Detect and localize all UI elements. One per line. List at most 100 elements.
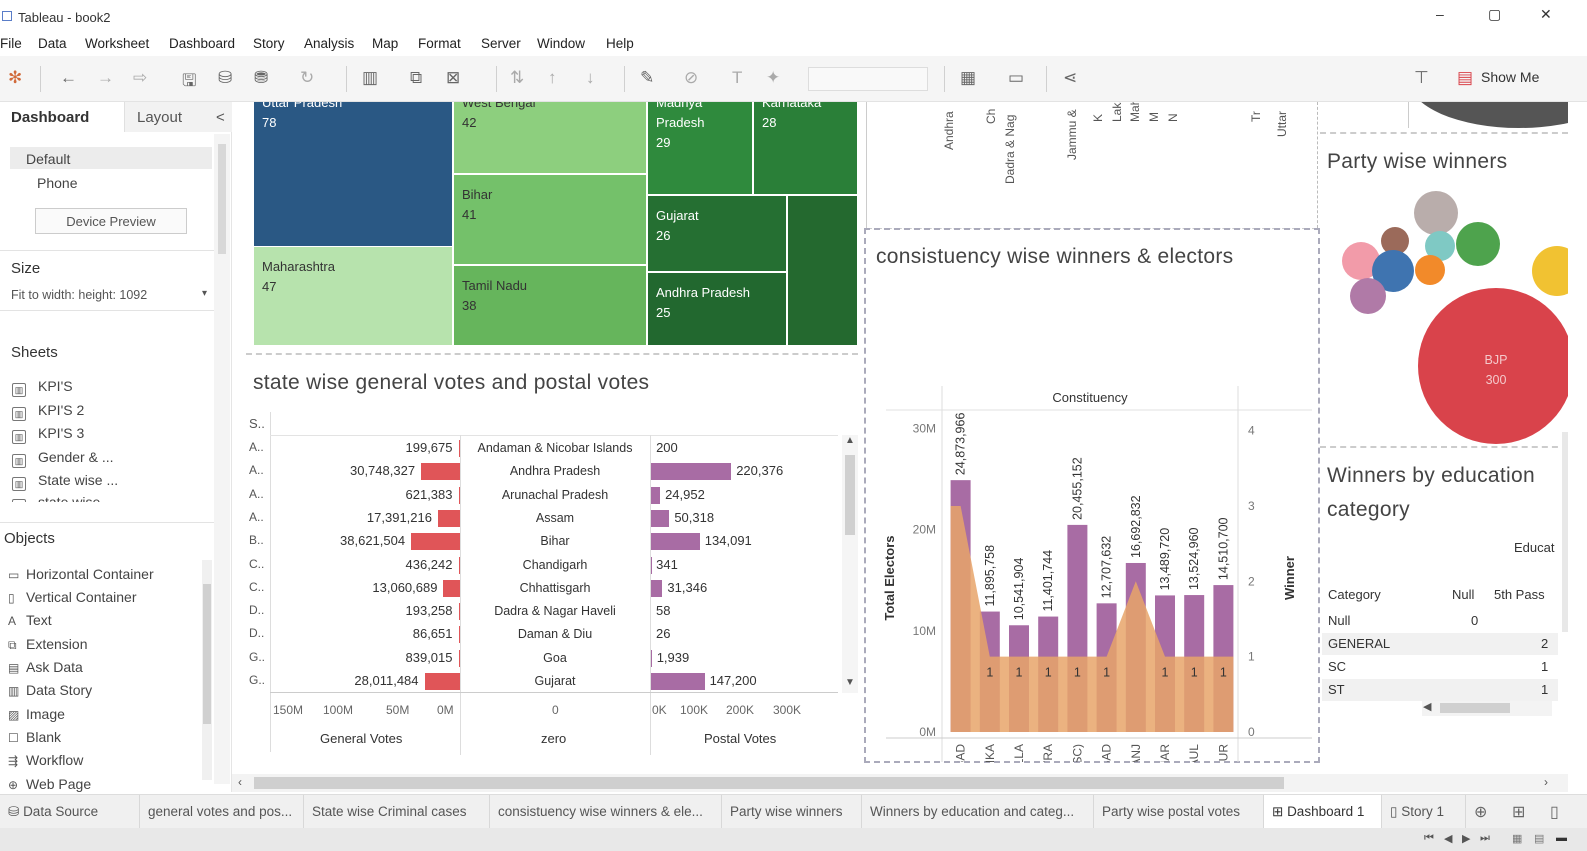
labels-icon[interactable]: T — [732, 68, 742, 88]
object-web-page[interactable]: ⊕ Web Page — [8, 776, 91, 792]
tab-layout[interactable]: Layout — [124, 102, 208, 132]
filmstrip-view-icon[interactable]: ▤ — [1534, 832, 1544, 845]
scroll-left-icon[interactable]: ‹ — [238, 775, 242, 789]
show-cards-icon[interactable]: ▦ — [960, 68, 976, 88]
tabs-view-icon[interactable]: ▬ — [1556, 832, 1567, 844]
prev-sheet-icon[interactable]: ◀ — [1444, 832, 1452, 845]
menu-format[interactable]: Format — [418, 36, 461, 51]
duplicate-sheet-icon[interactable]: ⧉ — [410, 68, 422, 88]
tab-sheet[interactable]: Party wise postal votes — [1094, 795, 1264, 828]
state-votes-row[interactable]: A.. 30,748,327 Andhra Pradesh 220,376 — [232, 460, 842, 483]
party-bubble[interactable] — [1415, 255, 1445, 285]
undo-icon[interactable]: ← — [60, 68, 77, 88]
treemap-cell[interactable]: Madhya Pradesh 29 — [647, 102, 753, 195]
state-votes-row[interactable]: D.. 86,651 Daman & Diu 26 — [232, 623, 842, 646]
party-bubble-bjp[interactable]: BJP 300 — [1418, 288, 1568, 444]
minimize-button[interactable]: – — [1436, 6, 1444, 22]
redo-icon[interactable]: → — [97, 68, 114, 88]
treemap-cell[interactable]: Karnataka 28 — [753, 102, 858, 195]
sheet-item[interactable]: ▥ Gender & ... — [12, 449, 113, 468]
postal-votes-bar[interactable] — [651, 486, 661, 504]
menu-server[interactable]: Server — [481, 36, 521, 51]
treemap-cell[interactable]: Bihar 41 — [453, 174, 647, 265]
show-me-icon[interactable]: ▤ — [1457, 68, 1473, 88]
tab-dashboard[interactable]: Dashboard — [0, 102, 124, 132]
object-image[interactable]: ▨ Image — [8, 706, 65, 722]
tab-dashboard-1[interactable]: ⊞ Dashboard 1 — [1264, 795, 1382, 828]
object-vertical-container[interactable]: ▯ Vertical Container — [8, 589, 137, 605]
menu-story[interactable]: Story — [253, 36, 285, 51]
dashboard-hscroll[interactable]: ‹ › — [232, 774, 1568, 792]
object-ask-data[interactable]: ▤ Ask Data — [8, 659, 83, 675]
sheet-item[interactable]: ▥ KPI'S 2 — [12, 402, 84, 421]
fit-dropdown[interactable] — [808, 67, 928, 91]
new-worksheet-tab-icon[interactable]: ⊕ — [1474, 802, 1487, 822]
save-icon[interactable]: 🖫 — [182, 68, 196, 97]
treemap-cell[interactable] — [787, 195, 858, 346]
postal-votes-bar[interactable] — [651, 533, 700, 551]
close-button[interactable]: ✕ — [1540, 6, 1552, 23]
next-sheet-icon[interactable]: ▶ — [1462, 832, 1470, 845]
object-blank[interactable]: ☐ Blank — [8, 729, 61, 745]
party-bubble[interactable] — [1350, 278, 1386, 314]
objects-scrollbar[interactable] — [202, 560, 212, 780]
object-extension[interactable]: ⧉ Extension — [8, 636, 87, 653]
menu-map[interactable]: Map — [372, 36, 398, 51]
first-sheet-icon[interactable]: ⏮ — [1424, 832, 1434, 845]
party-bubble[interactable] — [1456, 222, 1500, 266]
scroll-left-icon[interactable]: ◀ — [1423, 700, 1431, 713]
treemap-cell[interactable]: Gujarat 26 — [647, 195, 787, 272]
tooltip-icon[interactable]: ⊤ — [1414, 68, 1429, 88]
collapse-panel-button[interactable]: < — [208, 102, 232, 132]
new-worksheet-icon[interactable]: ▥ — [362, 68, 378, 88]
state-votes-row[interactable]: G.. 28,011,484 Gujarat 147,200 — [232, 670, 842, 693]
refresh-icon[interactable]: ↻ — [300, 68, 314, 88]
new-dashboard-tab-icon[interactable]: ⊞ — [1512, 802, 1525, 822]
new-data-source-icon[interactable]: ⛁ — [218, 68, 232, 88]
device-phone[interactable]: Phone — [37, 175, 77, 191]
treemap-cell[interactable]: Tamil Nadu 38 — [453, 265, 647, 346]
tab-sheet[interactable]: State wise Criminal cases — [304, 795, 490, 828]
postal-votes-bar[interactable] — [651, 509, 670, 527]
tab-sheet[interactable]: consistuency wise winners & ele... — [490, 795, 722, 828]
treemap-cell[interactable]: Andhra Pradesh 25 — [647, 272, 787, 346]
device-default[interactable]: Default — [26, 151, 70, 167]
menu-window[interactable]: Window — [537, 36, 585, 51]
tableau-logo-icon[interactable]: ✻ — [8, 68, 22, 88]
state-votes-row[interactable]: B.. 38,621,504 Bihar 134,091 — [232, 530, 842, 553]
general-votes-bar[interactable] — [421, 463, 460, 481]
state-votes-row[interactable]: D.. 193,258 Dadra & Nagar Haveli 58 — [232, 600, 842, 623]
scroll-up-icon[interactable]: ▲ — [845, 435, 855, 446]
menu-dashboard[interactable]: Dashboard — [169, 36, 235, 51]
menu-data[interactable]: Data — [38, 36, 67, 51]
grid-view-icon[interactable]: ▦ — [1512, 832, 1522, 845]
tab-sheet[interactable]: Winners by education and categ... — [862, 795, 1094, 828]
highlight-icon[interactable]: ✎ — [640, 68, 654, 88]
postal-votes-bar[interactable] — [651, 579, 663, 597]
sort-desc-icon[interactable]: ↓ — [586, 68, 595, 88]
party-bubble[interactable] — [1414, 191, 1458, 235]
state-votes-row[interactable]: A.. 199,675 Andaman & Nicobar Islands 200 — [232, 437, 842, 460]
replay-icon[interactable]: ⇨ — [133, 68, 147, 88]
treemap-cell[interactable]: West Bengal 42 — [453, 102, 647, 174]
postal-votes-bar[interactable] — [651, 463, 732, 481]
last-sheet-icon[interactable]: ⏭ — [1480, 832, 1490, 845]
sheet-item[interactable]: ▥ KPI'S — [12, 378, 73, 397]
chevron-down-icon[interactable]: ▾ — [202, 288, 207, 299]
pause-updates-icon[interactable]: ⛃ — [254, 68, 268, 88]
state-votes-row[interactable]: A.. 17,391,216 Assam 50,318 — [232, 507, 842, 530]
object-data-story[interactable]: ▥ Data Story — [8, 682, 92, 698]
left-panel-scrollbar[interactable] — [214, 134, 230, 784]
show-me-button[interactable]: Show Me — [1481, 69, 1539, 85]
swap-icon[interactable]: ⇅ — [510, 68, 524, 88]
general-votes-bar[interactable] — [411, 533, 460, 551]
state-votes-row[interactable]: C.. 13,060,689 Chhattisgarh 31,346 — [232, 577, 842, 600]
education-hscroll[interactable]: ◀ — [1422, 700, 1552, 716]
menu-analysis[interactable]: Analysis — [304, 36, 354, 51]
device-preview-button[interactable]: Device Preview — [35, 208, 187, 234]
size-dropdown[interactable]: Fit to width: height: 1092 — [11, 288, 147, 302]
party-bubble[interactable] — [1532, 246, 1568, 296]
object-horizontal-container[interactable]: ▭ Horizontal Container — [8, 566, 154, 582]
object-text[interactable]: A Text — [8, 612, 52, 628]
state-votes-row[interactable]: C.. 436,242 Chandigarh 341 — [232, 554, 842, 577]
